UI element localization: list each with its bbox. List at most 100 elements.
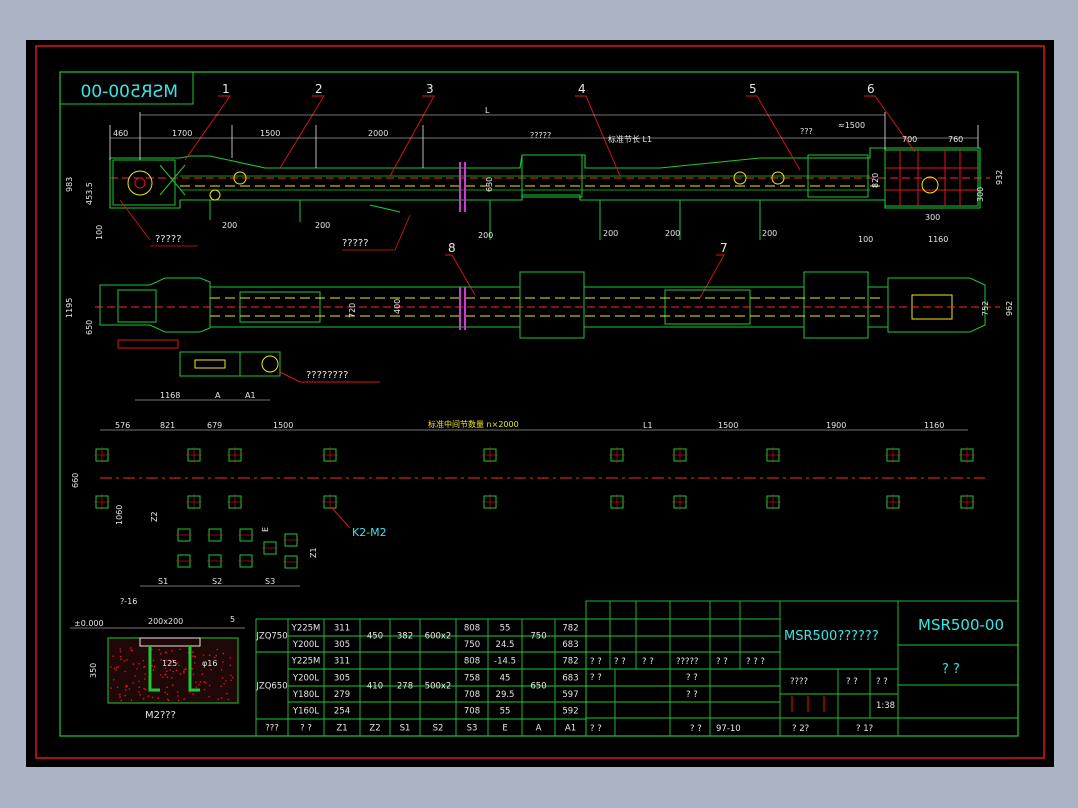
spec-z1: 254 (334, 707, 350, 717)
svg-text:M2???: M2??? (145, 710, 176, 721)
svg-text:2000: 2000 (368, 129, 388, 138)
svg-text:标准节长 L1: 标准节长 L1 (608, 134, 652, 144)
svg-text:679: 679 (207, 421, 222, 430)
spec-header: S1 (400, 724, 411, 734)
spec-reducer: JZQ750 (255, 632, 287, 642)
part-number-1: 1 (222, 82, 230, 96)
part-number-6: 6 (867, 82, 875, 96)
foundation-pad (672, 447, 688, 463)
svg-text:1500: 1500 (273, 421, 293, 430)
svg-text:576: 576 (115, 421, 130, 430)
drawing-number: MSR500-00 (918, 616, 1004, 634)
foundation-pad (885, 447, 901, 463)
spec-header: A (536, 724, 542, 734)
svg-text:A: A (215, 391, 221, 400)
foundation-pad (322, 447, 338, 463)
spec-reducer: JZQ650 (255, 682, 287, 692)
svg-text:????: ???? (790, 677, 808, 687)
svg-text:K2-M2: K2-M2 (352, 526, 387, 539)
spec-header: S2 (433, 724, 444, 734)
spec-s3: 808 (464, 624, 480, 634)
svg-text:125: 125 (162, 659, 177, 668)
spec-e: 45 (500, 674, 511, 684)
svg-text:1160: 1160 (924, 421, 944, 430)
svg-text:? ?: ? ? (614, 657, 626, 667)
spec-z1: 279 (334, 690, 350, 700)
foundation-pad (959, 494, 975, 510)
foundation-pad (186, 494, 202, 510)
svg-text:752: 752 (981, 301, 990, 316)
svg-text:S3: S3 (265, 577, 275, 586)
svg-text:S1: S1 (158, 577, 168, 586)
svg-text:630: 630 (485, 177, 494, 192)
spec-motor: Y225M (291, 657, 321, 667)
spec-header: S3 (467, 724, 478, 734)
svg-text:1500: 1500 (260, 129, 280, 138)
svg-text:400: 400 (393, 299, 402, 314)
svg-text:? ?: ? ? (690, 724, 702, 734)
spec-e: 24.5 (496, 640, 515, 650)
svg-text:720: 720 (348, 303, 357, 318)
svg-text:E: E (261, 527, 270, 532)
spec-header: A1 (565, 724, 576, 734)
svg-text:? 1?: ? 1? (856, 724, 873, 734)
spec-e: -14.5 (494, 657, 516, 667)
foundation-pad (482, 447, 498, 463)
svg-text:453.5: 453.5 (85, 182, 94, 205)
foundation-pad (609, 447, 625, 463)
spec-a1: 592 (562, 707, 578, 717)
foundation-pad (94, 447, 110, 463)
svg-text:660: 660 (71, 473, 80, 488)
svg-text:300: 300 (976, 187, 985, 202)
svg-text:350: 350 (89, 663, 98, 678)
svg-text:200: 200 (762, 229, 777, 238)
svg-text:97-10: 97-10 (716, 724, 741, 734)
svg-text:? ?: ? ? (686, 673, 698, 683)
svg-text:1195: 1195 (65, 298, 74, 318)
foundation-pad (885, 494, 901, 510)
foundation-pad (765, 447, 781, 463)
svg-text:650: 650 (85, 320, 94, 335)
svg-text:932: 932 (995, 170, 1004, 185)
spec-header: Z2 (369, 724, 380, 734)
svg-text:S2: S2 (212, 577, 222, 586)
part-number-5: 5 (749, 82, 757, 96)
foundation-pad (765, 494, 781, 510)
spec-z1: 311 (334, 624, 350, 634)
foundation-pad (482, 494, 498, 510)
svg-text:1900: 1900 (826, 421, 846, 430)
foundation-pad (672, 494, 688, 510)
svg-text:? ?: ? ? (590, 673, 602, 683)
svg-text:300: 300 (925, 213, 940, 222)
spec-motor: Y160L (292, 707, 319, 717)
svg-text:? ?: ? ? (590, 724, 602, 734)
svg-text:L1: L1 (643, 421, 653, 430)
svg-text:460: 460 (113, 129, 128, 138)
svg-text:Z1: Z1 (309, 547, 318, 558)
svg-text:100: 100 (95, 225, 104, 240)
foundation-pad (186, 447, 202, 463)
svg-text:? ?: ? ? (846, 677, 858, 687)
svg-text:200: 200 (665, 229, 680, 238)
spec-motor: Y180L (292, 690, 319, 700)
svg-text:? ?: ? ? (876, 677, 888, 687)
svg-text:???: ??? (800, 127, 813, 136)
svg-text:? ?: ? ? (686, 690, 698, 700)
svg-text:φ16: φ16 (202, 659, 217, 668)
spec-s1: 382 (397, 632, 413, 642)
svg-text:?????: ????? (155, 234, 182, 245)
part-number-3: 3 (426, 82, 434, 96)
svg-text:760: 760 (948, 135, 963, 144)
foundation-pad (609, 494, 625, 510)
svg-text:1160: 1160 (928, 235, 948, 244)
svg-text:5: 5 (230, 615, 235, 624)
svg-text:820: 820 (871, 173, 880, 188)
spec-a1: 597 (562, 690, 578, 700)
svg-text:? 2?: ? 2? (792, 724, 809, 734)
spec-motor: Y225M (291, 624, 321, 634)
spec-s2: 500x2 (425, 682, 452, 692)
part-number-8: 8 (448, 241, 456, 255)
spec-e: 55 (500, 624, 511, 634)
spec-s3: 808 (464, 657, 480, 667)
spec-z2: 450 (367, 632, 383, 642)
